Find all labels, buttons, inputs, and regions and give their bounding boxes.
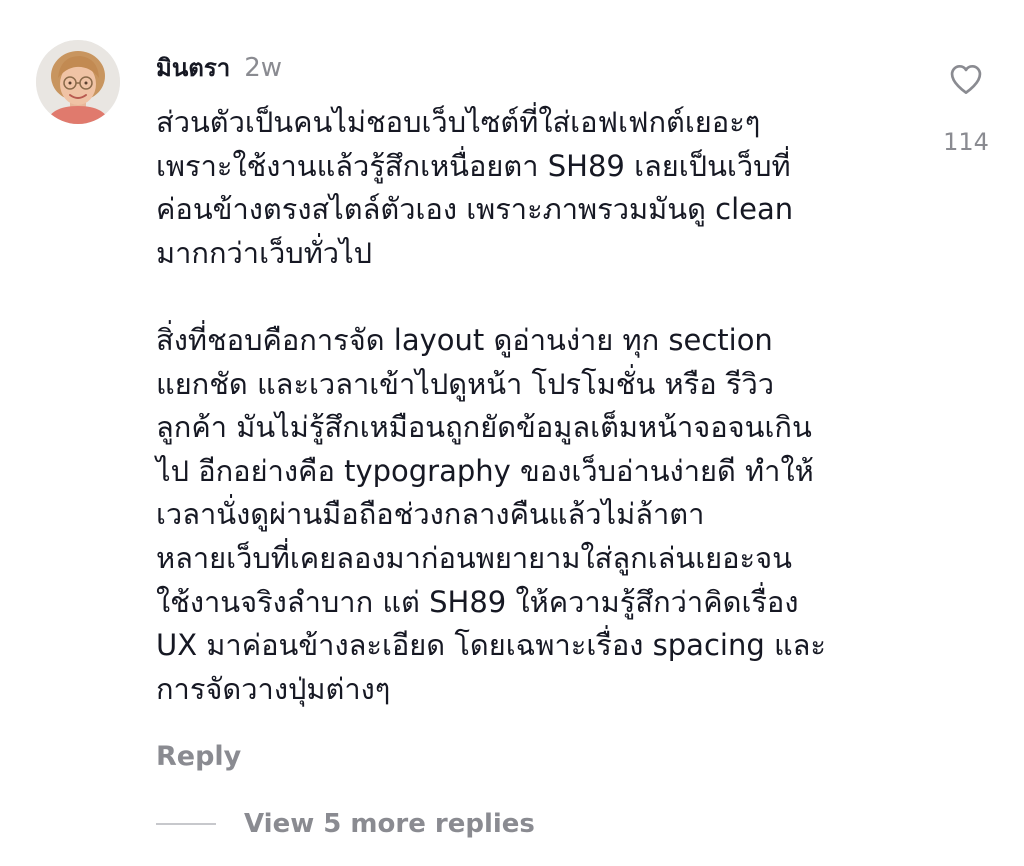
like-count: 114 — [943, 128, 989, 156]
reply-button[interactable]: Reply — [156, 741, 241, 772]
comment-item: มินตรา 2w ส่วนตัวเป็นคนไม่ชอบเว็บไซต์ที่… — [0, 0, 1024, 866]
replies-divider — [156, 823, 216, 825]
view-replies-row: View 5 more replies — [156, 809, 535, 839]
avatar[interactable] — [36, 40, 120, 124]
username[interactable]: มินตรา — [156, 48, 230, 87]
like-area: 114 — [930, 60, 1002, 156]
avatar-image — [36, 40, 120, 124]
heart-outline-icon[interactable] — [946, 60, 986, 98]
timestamp: 2w — [244, 53, 282, 83]
view-more-replies-button[interactable]: View 5 more replies — [244, 809, 535, 839]
comment-paragraph: ส่วนตัวเป็นคนไม่ชอบเว็บไซต์ที่ใส่เอฟเฟกต… — [156, 105, 794, 270]
comment-text: ส่วนตัวเป็นคนไม่ชอบเว็บไซต์ที่ใส่เอฟเฟกต… — [156, 101, 896, 711]
comment-paragraph: สิ่งที่ชอบคือการจัด layout ดูอ่านง่าย ทุ… — [156, 322, 827, 706]
comment-meta: มินตรา 2w — [156, 48, 282, 83]
